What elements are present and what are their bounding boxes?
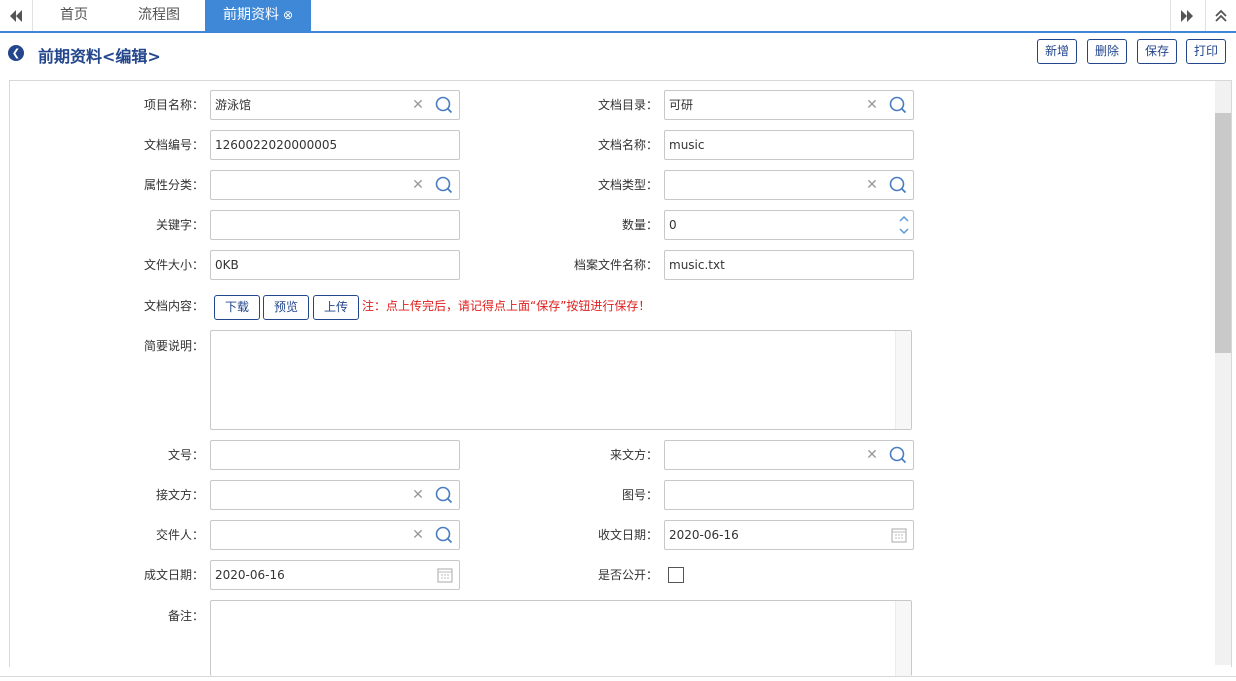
keyword-field[interactable]: [210, 210, 460, 240]
file-size-value: 0KB: [215, 258, 239, 272]
collapse-up-icon[interactable]: [1205, 0, 1236, 31]
search-icon[interactable]: [435, 486, 453, 504]
tab-bar: 首页 流程图 前期资料 ⊗: [0, 0, 1236, 33]
calendar-icon[interactable]: [891, 527, 907, 543]
doc-type-label: 文档类型：: [597, 178, 658, 192]
create-date-value: 2020-06-16: [215, 568, 285, 582]
textarea-scrollbar[interactable]: [895, 601, 911, 676]
keyword-label: 关键字：: [155, 218, 204, 232]
doc-content-label: 文档内容：: [143, 299, 204, 313]
receiver-field[interactable]: ✕: [210, 480, 460, 510]
receive-date-label: 收文日期：: [597, 528, 658, 542]
file-size-label: 文件大小：: [143, 258, 204, 272]
calendar-icon[interactable]: [437, 567, 453, 583]
project-name-label: 项目名称：: [143, 98, 204, 112]
drawing-no-field[interactable]: [664, 480, 914, 510]
back-icon[interactable]: ❮: [8, 45, 24, 61]
clear-icon[interactable]: ✕: [411, 98, 425, 112]
receive-date-field[interactable]: 2020-06-16: [664, 520, 914, 550]
create-date-label: 成文日期：: [143, 568, 204, 582]
upload-button[interactable]: 上传: [313, 295, 359, 320]
summary-textarea[interactable]: [210, 330, 912, 430]
quantity-stepper[interactable]: 0: [664, 210, 914, 240]
attr-category-label: 属性分类：: [143, 178, 204, 192]
receive-date-value: 2020-06-16: [669, 528, 739, 542]
remarks-textarea[interactable]: [210, 600, 912, 676]
tab-close-icon[interactable]: ⊗: [283, 8, 293, 22]
sender-label: 来文方：: [609, 448, 658, 462]
search-icon[interactable]: [889, 446, 907, 464]
search-icon[interactable]: [889, 176, 907, 194]
doc-name-label: 文档名称：: [597, 138, 658, 152]
scrollbar-thumb[interactable]: [1215, 113, 1231, 353]
project-name-value: 游泳馆: [215, 98, 252, 112]
doc-number-field[interactable]: 1260022020000005: [210, 130, 460, 160]
tab-active[interactable]: 前期资料 ⊗: [205, 0, 311, 31]
archive-file-name-field[interactable]: music.txt: [664, 250, 914, 280]
quantity-label: 数量：: [621, 218, 658, 232]
add-button[interactable]: 新增: [1037, 39, 1078, 64]
archive-file-name-value: music.txt: [669, 258, 725, 272]
doc-number-label: 文档编号：: [143, 138, 204, 152]
doc-number-value: 1260022020000005: [215, 138, 338, 152]
doc-no-label: 文号：: [167, 448, 204, 462]
is-public-label: 是否公开：: [597, 568, 658, 582]
remarks-label: 备注：: [167, 609, 204, 623]
print-button[interactable]: 打印: [1186, 39, 1227, 64]
clear-icon[interactable]: ✕: [411, 178, 425, 192]
submitter-label: 交件人：: [155, 528, 204, 542]
project-name-field[interactable]: 游泳馆 ✕: [210, 90, 460, 120]
search-icon[interactable]: [435, 96, 453, 114]
doc-no-field[interactable]: [210, 440, 460, 470]
drawing-no-label: 图号：: [621, 488, 658, 502]
doc-name-value: music: [669, 138, 705, 152]
search-icon[interactable]: [435, 526, 453, 544]
create-date-field[interactable]: 2020-06-16: [210, 560, 460, 590]
page-header: ❮ 前期资料<编辑> 新增 删除 保存 打印: [0, 33, 1236, 73]
receiver-label: 接文方：: [155, 488, 204, 502]
doc-catalog-value: 可研: [669, 98, 694, 112]
preview-button[interactable]: 预览: [263, 295, 309, 320]
quantity-value: 0: [669, 218, 677, 232]
submitter-field[interactable]: ✕: [210, 520, 460, 550]
page-title: 前期资料<编辑>: [38, 47, 161, 66]
spinner-arrows-icon[interactable]: [897, 212, 911, 238]
search-icon[interactable]: [889, 96, 907, 114]
scroll-tabs-right-icon[interactable]: [1170, 0, 1203, 31]
clear-icon[interactable]: ✕: [865, 448, 879, 462]
search-icon[interactable]: [435, 176, 453, 194]
archive-file-name-label: 档案文件名称：: [573, 258, 658, 272]
clear-icon[interactable]: ✕: [865, 178, 879, 192]
delete-button[interactable]: 删除: [1087, 39, 1128, 64]
summary-label: 简要说明：: [143, 339, 204, 353]
save-button[interactable]: 保存: [1137, 39, 1178, 64]
attr-category-field[interactable]: ✕: [210, 170, 460, 200]
clear-icon[interactable]: ✕: [411, 528, 425, 542]
doc-type-field[interactable]: ✕: [664, 170, 914, 200]
textarea-scrollbar[interactable]: [895, 331, 911, 429]
tab-active-label: 前期资料: [222, 7, 279, 23]
doc-name-field[interactable]: music: [664, 130, 914, 160]
upload-note: 注：点上传完后，请记得点上面“保存”按钮进行保存！: [362, 299, 651, 313]
tab-flowchart[interactable]: 流程图: [128, 0, 190, 31]
doc-catalog-label: 文档目录：: [597, 98, 658, 112]
download-button[interactable]: 下载: [214, 295, 260, 320]
clear-icon[interactable]: ✕: [865, 98, 879, 112]
clear-icon[interactable]: ✕: [411, 488, 425, 502]
is-public-checkbox[interactable]: [668, 567, 684, 583]
sender-field[interactable]: ✕: [664, 440, 914, 470]
doc-catalog-field[interactable]: 可研 ✕: [664, 90, 914, 120]
tab-home[interactable]: 首页: [50, 0, 98, 31]
bottom-divider: [0, 676, 1236, 677]
scroll-tabs-left-icon[interactable]: [0, 0, 33, 31]
file-size-field[interactable]: 0KB: [210, 250, 460, 280]
